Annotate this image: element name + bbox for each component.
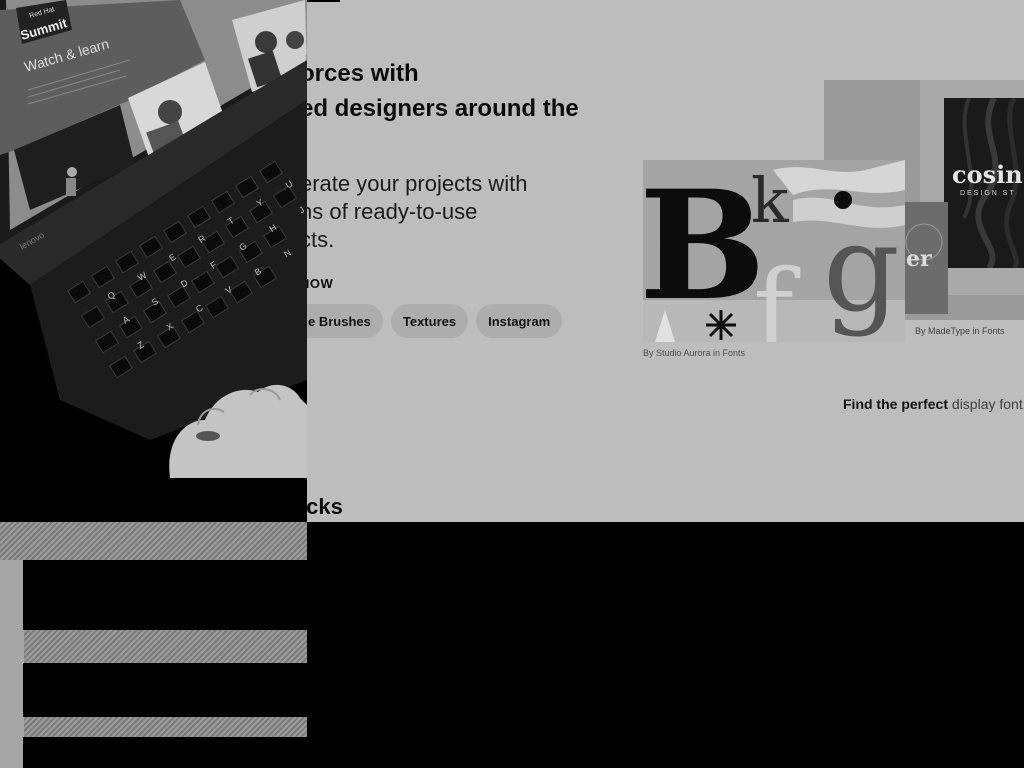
cosine-title: cosin bbox=[952, 160, 1023, 189]
hero-heading-line: orces with bbox=[300, 60, 419, 87]
showcase-caption-right[interactable]: By MadeType in Fonts bbox=[915, 326, 1005, 336]
typeface-preview[interactable]: B k g f bbox=[643, 160, 905, 342]
svg-text:k: k bbox=[751, 164, 789, 237]
hero-sub-line: ns of ready-to-use bbox=[300, 199, 478, 224]
showcase-caption-left[interactable]: By Studio Aurora in Fonts bbox=[643, 348, 745, 358]
er-title: er bbox=[906, 246, 932, 272]
chip-textures[interactable]: Textures bbox=[390, 304, 469, 338]
landing-page: orces with ed designers around the . era… bbox=[0, 0, 1024, 522]
er-font-preview[interactable]: er bbox=[900, 202, 948, 314]
find-bold-text: Find the perfect bbox=[843, 396, 949, 412]
striped-panel-edge bbox=[0, 560, 24, 768]
hero-heading: orces with ed designers around the . bbox=[300, 56, 610, 161]
hero-subheading: erate your projects with ns of ready-to-… bbox=[300, 170, 600, 254]
dark-block bbox=[23, 560, 307, 630]
typeface-artwork: B k g f bbox=[643, 160, 905, 342]
display-font-link[interactable]: display font bbox=[952, 396, 1023, 412]
category-chips: e Brushes Textures Instagram bbox=[272, 304, 563, 338]
bottom-section bbox=[0, 522, 1024, 768]
dark-block bbox=[23, 663, 307, 717]
svg-text:g: g bbox=[823, 200, 900, 339]
cosine-subtitle: DESIGN ST bbox=[960, 190, 1016, 197]
find-perfect-font-line: Find the perfect display font bbox=[843, 396, 1023, 412]
hero-heading-line: . bbox=[300, 126, 610, 161]
hero-sub-line: erate your projects with bbox=[300, 171, 528, 196]
svg-text:B: B bbox=[643, 160, 766, 334]
laptop-photo: Red Hat Summit Watch & learn lenovo Q W … bbox=[0, 0, 307, 522]
cosine-font-preview[interactable]: cosin DESIGN ST bbox=[944, 98, 1024, 268]
hero-heading-line: ed designers around the bbox=[300, 95, 579, 122]
striped-panel bbox=[0, 522, 307, 768]
dark-block bbox=[23, 737, 307, 768]
hero-sub-line: cts. bbox=[300, 227, 335, 252]
laptop-illustration: Red Hat Summit Watch & learn lenovo Q W … bbox=[0, 0, 307, 522]
chip-instagram[interactable]: Instagram bbox=[476, 304, 563, 338]
